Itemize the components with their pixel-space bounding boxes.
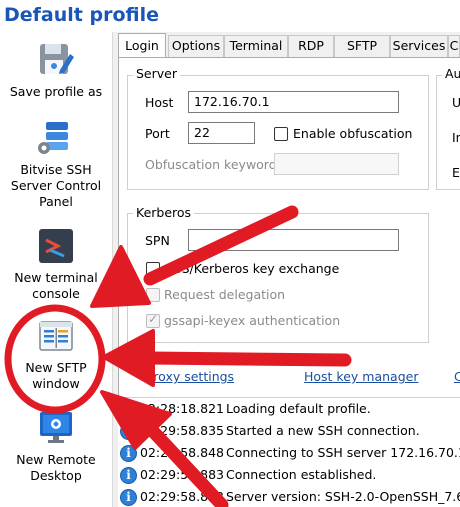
tab-terminal[interactable]: Terminal (224, 35, 288, 57)
new-sftp-window-label: New SFTP window (25, 360, 87, 391)
window-title: Default profile (4, 4, 159, 26)
info-icon: i (120, 423, 137, 440)
info-icon: i (120, 489, 137, 506)
tab-services[interactable]: Services (390, 35, 448, 57)
log-time: 02:29:58.835 (140, 423, 224, 438)
new-remote-desktop-label: New Remote Desktop (16, 452, 96, 483)
info-icon: i (120, 467, 137, 484)
host-key-manager-link[interactable]: Host key manager (304, 369, 418, 385)
auth-initial-method-label: In (452, 130, 460, 145)
gssapi-keyex-label: gssapi-keyex authentication (164, 313, 341, 328)
log-message: Connection established. (226, 467, 377, 482)
kerberos-key-exchange-label: GSS/Kerberos key exchange (164, 261, 340, 276)
log-message: Loading default profile. (226, 401, 371, 416)
log-row: i 02:29:58.883 Connection established. (118, 464, 460, 486)
tab-login[interactable]: Login (118, 33, 166, 58)
request-delegation-label: Request delegation (164, 287, 286, 302)
obfuscation-keyword-label: Obfuscation keyword (145, 157, 277, 172)
log-row: i 02:29:58.848 Connecting to SSH server … (118, 442, 460, 464)
log-time: 02:29:58.848 (140, 445, 224, 460)
save-profile-as-button[interactable]: Save profile as (0, 40, 112, 100)
auth-e-label: E (452, 165, 460, 180)
sidebar: Save profile as Bitvise SSH Server Contr… (0, 32, 112, 507)
save-profile-as-label: Save profile as (9, 84, 103, 99)
kerberos-key-exchange-checkbox[interactable] (146, 262, 160, 276)
log-row: i 02:29:58.835 Started a new SSH connect… (118, 420, 460, 442)
enable-obfuscation-label: Enable obfuscation (293, 126, 413, 141)
log-panel[interactable]: i 02:28:18.821 Loading default profile. … (118, 397, 460, 507)
log-message: Connecting to SSH server 172.16.70.1:22 (226, 445, 460, 460)
log-row: i 02:29:58.883 Server version: SSH-2.0-O… (118, 486, 460, 507)
host-label: Host (145, 95, 174, 110)
save-profile-icon (40, 44, 74, 74)
authentication-group-label: Au (442, 67, 460, 81)
server-group-label: Server (133, 67, 180, 81)
enable-obfuscation-checkbox[interactable] (274, 127, 288, 141)
new-remote-desktop-button[interactable]: New Remote Desktop (0, 408, 112, 484)
log-time: 02:28:18.821 (140, 401, 224, 416)
port-input[interactable]: 22 (188, 122, 255, 144)
client-key-manager-link[interactable]: C (454, 369, 460, 385)
tab-options[interactable]: Options (168, 35, 224, 57)
proxy-settings-link[interactable]: Proxy settings (146, 369, 234, 385)
new-sftp-window-button[interactable]: New SFTP window (0, 316, 112, 392)
new-terminal-console-button[interactable]: New terminal console (0, 226, 112, 302)
tab-rdp[interactable]: RDP (288, 35, 334, 57)
auth-username-label: U (452, 95, 460, 110)
log-message: Server version: SSH-2.0-OpenSSH_7.6p1 (226, 489, 460, 504)
terminal-console-icon (39, 229, 73, 263)
server-control-panel-label: Bitvise SSH Server Control Panel (10, 162, 102, 209)
spn-label: SPN (145, 233, 170, 248)
info-icon: i (120, 401, 137, 418)
kerberos-group-label: Kerberos (133, 206, 195, 220)
log-time: 02:29:58.883 (140, 489, 224, 504)
tab-c[interactable]: C (448, 35, 460, 57)
info-icon: i (120, 445, 137, 462)
log-time: 02:29:58.883 (140, 467, 224, 482)
host-input[interactable]: 172.16.70.1 (188, 91, 399, 113)
spn-input[interactable] (188, 229, 399, 251)
log-message: Started a new SSH connection. (226, 423, 420, 438)
tab-sftp[interactable]: SFTP (334, 35, 390, 57)
gssapi-keyex-checkbox[interactable] (146, 312, 160, 328)
server-control-panel-button[interactable]: Bitvise SSH Server Control Panel (0, 118, 112, 210)
port-label: Port (145, 126, 170, 141)
sftp-window-icon (39, 321, 73, 351)
request-delegation-checkbox[interactable] (146, 288, 160, 302)
obfuscation-keyword-input[interactable] (274, 153, 399, 175)
new-terminal-console-label: New terminal console (14, 270, 98, 301)
log-row: i 02:28:18.821 Loading default profile. (118, 398, 460, 420)
server-control-panel-icon (38, 122, 68, 154)
remote-desktop-icon (40, 412, 72, 443)
